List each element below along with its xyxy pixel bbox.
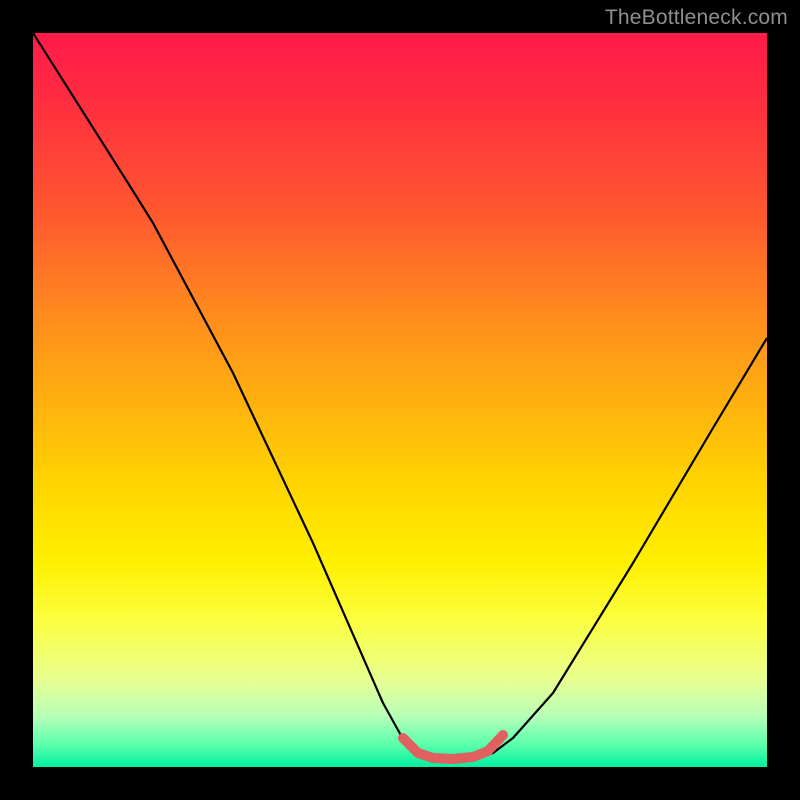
plot-area <box>33 33 767 767</box>
bottleneck-curve <box>33 33 767 758</box>
curve-layer <box>33 33 767 767</box>
chart-frame: TheBottleneck.com <box>0 0 800 800</box>
trough-highlight <box>403 735 503 759</box>
watermark-text: TheBottleneck.com <box>605 6 788 30</box>
